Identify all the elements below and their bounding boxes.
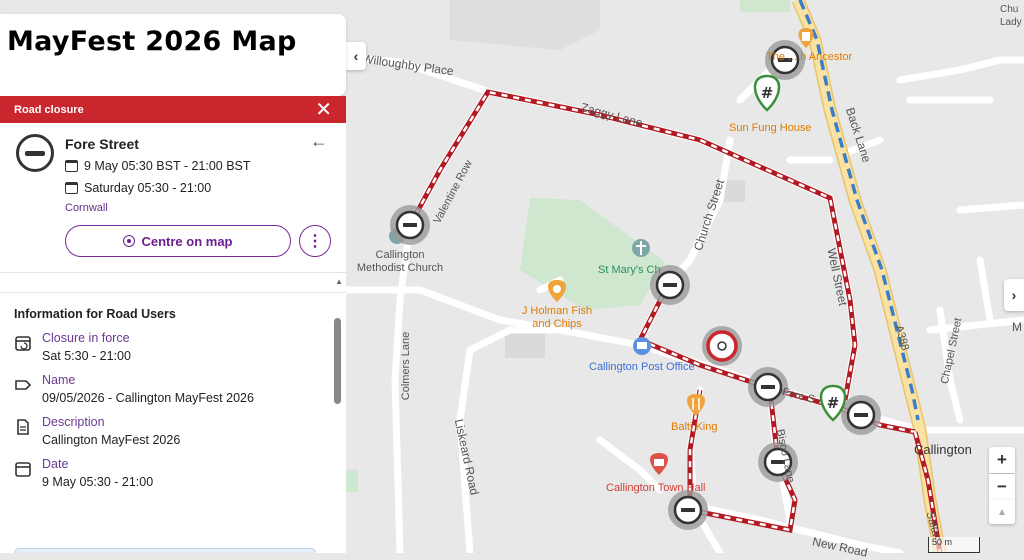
- section-divider: ▲: [0, 273, 346, 293]
- row-label: Description: [42, 415, 105, 429]
- map-label-ancestor: The ... h Ancestor: [766, 51, 853, 63]
- scroll-up-icon[interactable]: ▲: [335, 277, 343, 286]
- map-scale: 50 m: [928, 537, 980, 553]
- tag-icon: [15, 380, 32, 390]
- calendar-icon: [65, 160, 78, 172]
- info-card-partial: [14, 548, 316, 553]
- closure-marker-icon[interactable]: [748, 367, 788, 407]
- park-area-small: [346, 470, 358, 492]
- no-horn-sign-icon[interactable]: [702, 326, 742, 366]
- street-name: Fore Street: [65, 136, 139, 152]
- row-label: Closure in force: [42, 331, 130, 345]
- poi-church-icon[interactable]: [632, 239, 650, 257]
- map-label-callington: Callington: [914, 442, 972, 457]
- row-label: Name: [42, 373, 76, 387]
- row-value: Callington MayFest 2026: [42, 433, 181, 447]
- map-label-balti-king: Balti King: [671, 421, 718, 433]
- document-icon: [17, 419, 29, 435]
- collapse-panel-button[interactable]: ‹: [346, 42, 366, 70]
- map-label-town-hall: Callington Town Hall: [606, 482, 706, 494]
- date-range-line: 9 May 05:30 BST - 21:00 BST: [65, 159, 251, 173]
- building-block: [505, 330, 545, 358]
- date-range: 9 May 05:30 BST - 21:00 BST: [84, 159, 251, 173]
- title-card: MayFest 2026 Map: [0, 14, 346, 96]
- svg-text:#: #: [827, 394, 840, 412]
- closure-marker-icon[interactable]: [390, 205, 430, 245]
- target-icon: [123, 235, 136, 247]
- closure-marker-icon[interactable]: [668, 490, 708, 530]
- centre-on-map-label: Centre on map: [141, 233, 233, 249]
- row-label: Date: [42, 457, 69, 471]
- info-row-date: Date 9 May 05:30 - 21:00: [14, 457, 332, 489]
- map-label-post-office: Callington Post Office: [589, 361, 695, 373]
- park-area-top: [740, 0, 790, 12]
- map-label-colmers-lane: Colmers Lane: [400, 331, 413, 401]
- info-row-description: Description Callington MayFest 2026: [14, 415, 332, 447]
- closure-panel: Road closure ✕ Fore Street ← 9 May 05:30…: [0, 96, 346, 553]
- calendar-repeat-icon: [65, 182, 78, 194]
- chevron-right-icon: ›: [1011, 287, 1017, 303]
- road-closed-icon: [16, 134, 54, 172]
- back-arrow-icon[interactable]: ←: [310, 131, 328, 152]
- closure-summary: Fore Street ← 9 May 05:30 BST - 21:00 BS…: [0, 123, 346, 273]
- panel-header: Road closure ✕: [0, 96, 346, 123]
- zoom-in-button[interactable]: +: [989, 447, 1015, 473]
- map-label-holman: J Holman Fish and Chips: [521, 305, 593, 330]
- info-row-name: Name 09/05/2026 - Callington MayFest 2026: [14, 373, 332, 405]
- more-options-button[interactable]: ⋮: [299, 225, 331, 257]
- section-title: Information for Road Users: [14, 307, 176, 321]
- calendar-icon: [15, 462, 31, 477]
- info-row-closure: Closure in force Sat 5:30 - 21:00: [14, 331, 332, 363]
- row-value: Sat 5:30 - 21:00: [42, 349, 131, 363]
- poi-post-icon[interactable]: [633, 337, 651, 355]
- map-label-st-marys: St Mary's Ch: [598, 264, 661, 276]
- centre-on-map-button[interactable]: Centre on map: [65, 225, 291, 257]
- calendar-repeat-icon: [15, 336, 31, 351]
- county: Cornwall: [65, 202, 108, 214]
- recurrence: Saturday 05:30 - 21:00: [84, 181, 212, 195]
- panel-scrollbar[interactable]: [334, 318, 341, 404]
- zoom-out-button[interactable]: −: [989, 474, 1015, 500]
- svg-text:#: #: [761, 84, 774, 102]
- compass-button[interactable]: ▲: [989, 500, 1015, 524]
- map-label-church-lady: Chu Lady: [1000, 4, 1022, 28]
- more-vertical-icon: ⋮: [307, 233, 323, 250]
- map-label-sun-fung: Sun Fung House: [729, 122, 812, 134]
- chevron-left-icon: ‹: [353, 48, 359, 64]
- compass-icon: ▲: [997, 506, 1007, 518]
- map-label-methodist-church: Callington Methodist Church: [356, 249, 444, 274]
- road-user-info: Information for Road Users Closure in fo…: [0, 293, 346, 489]
- row-value: 9 May 05:30 - 21:00: [42, 475, 154, 489]
- map-label-m-edge: M: [1012, 320, 1022, 334]
- close-icon[interactable]: ✕: [315, 100, 332, 120]
- expand-panel-button[interactable]: ›: [1004, 279, 1024, 311]
- recurrence-line: Saturday 05:30 - 21:00: [65, 181, 211, 195]
- panel-header-title: Road closure: [14, 103, 84, 116]
- page-title: MayFest 2026 Map: [7, 26, 297, 57]
- row-value: 09/05/2026 - Callington MayFest 2026: [42, 391, 254, 405]
- closure-marker-icon[interactable]: [841, 395, 881, 435]
